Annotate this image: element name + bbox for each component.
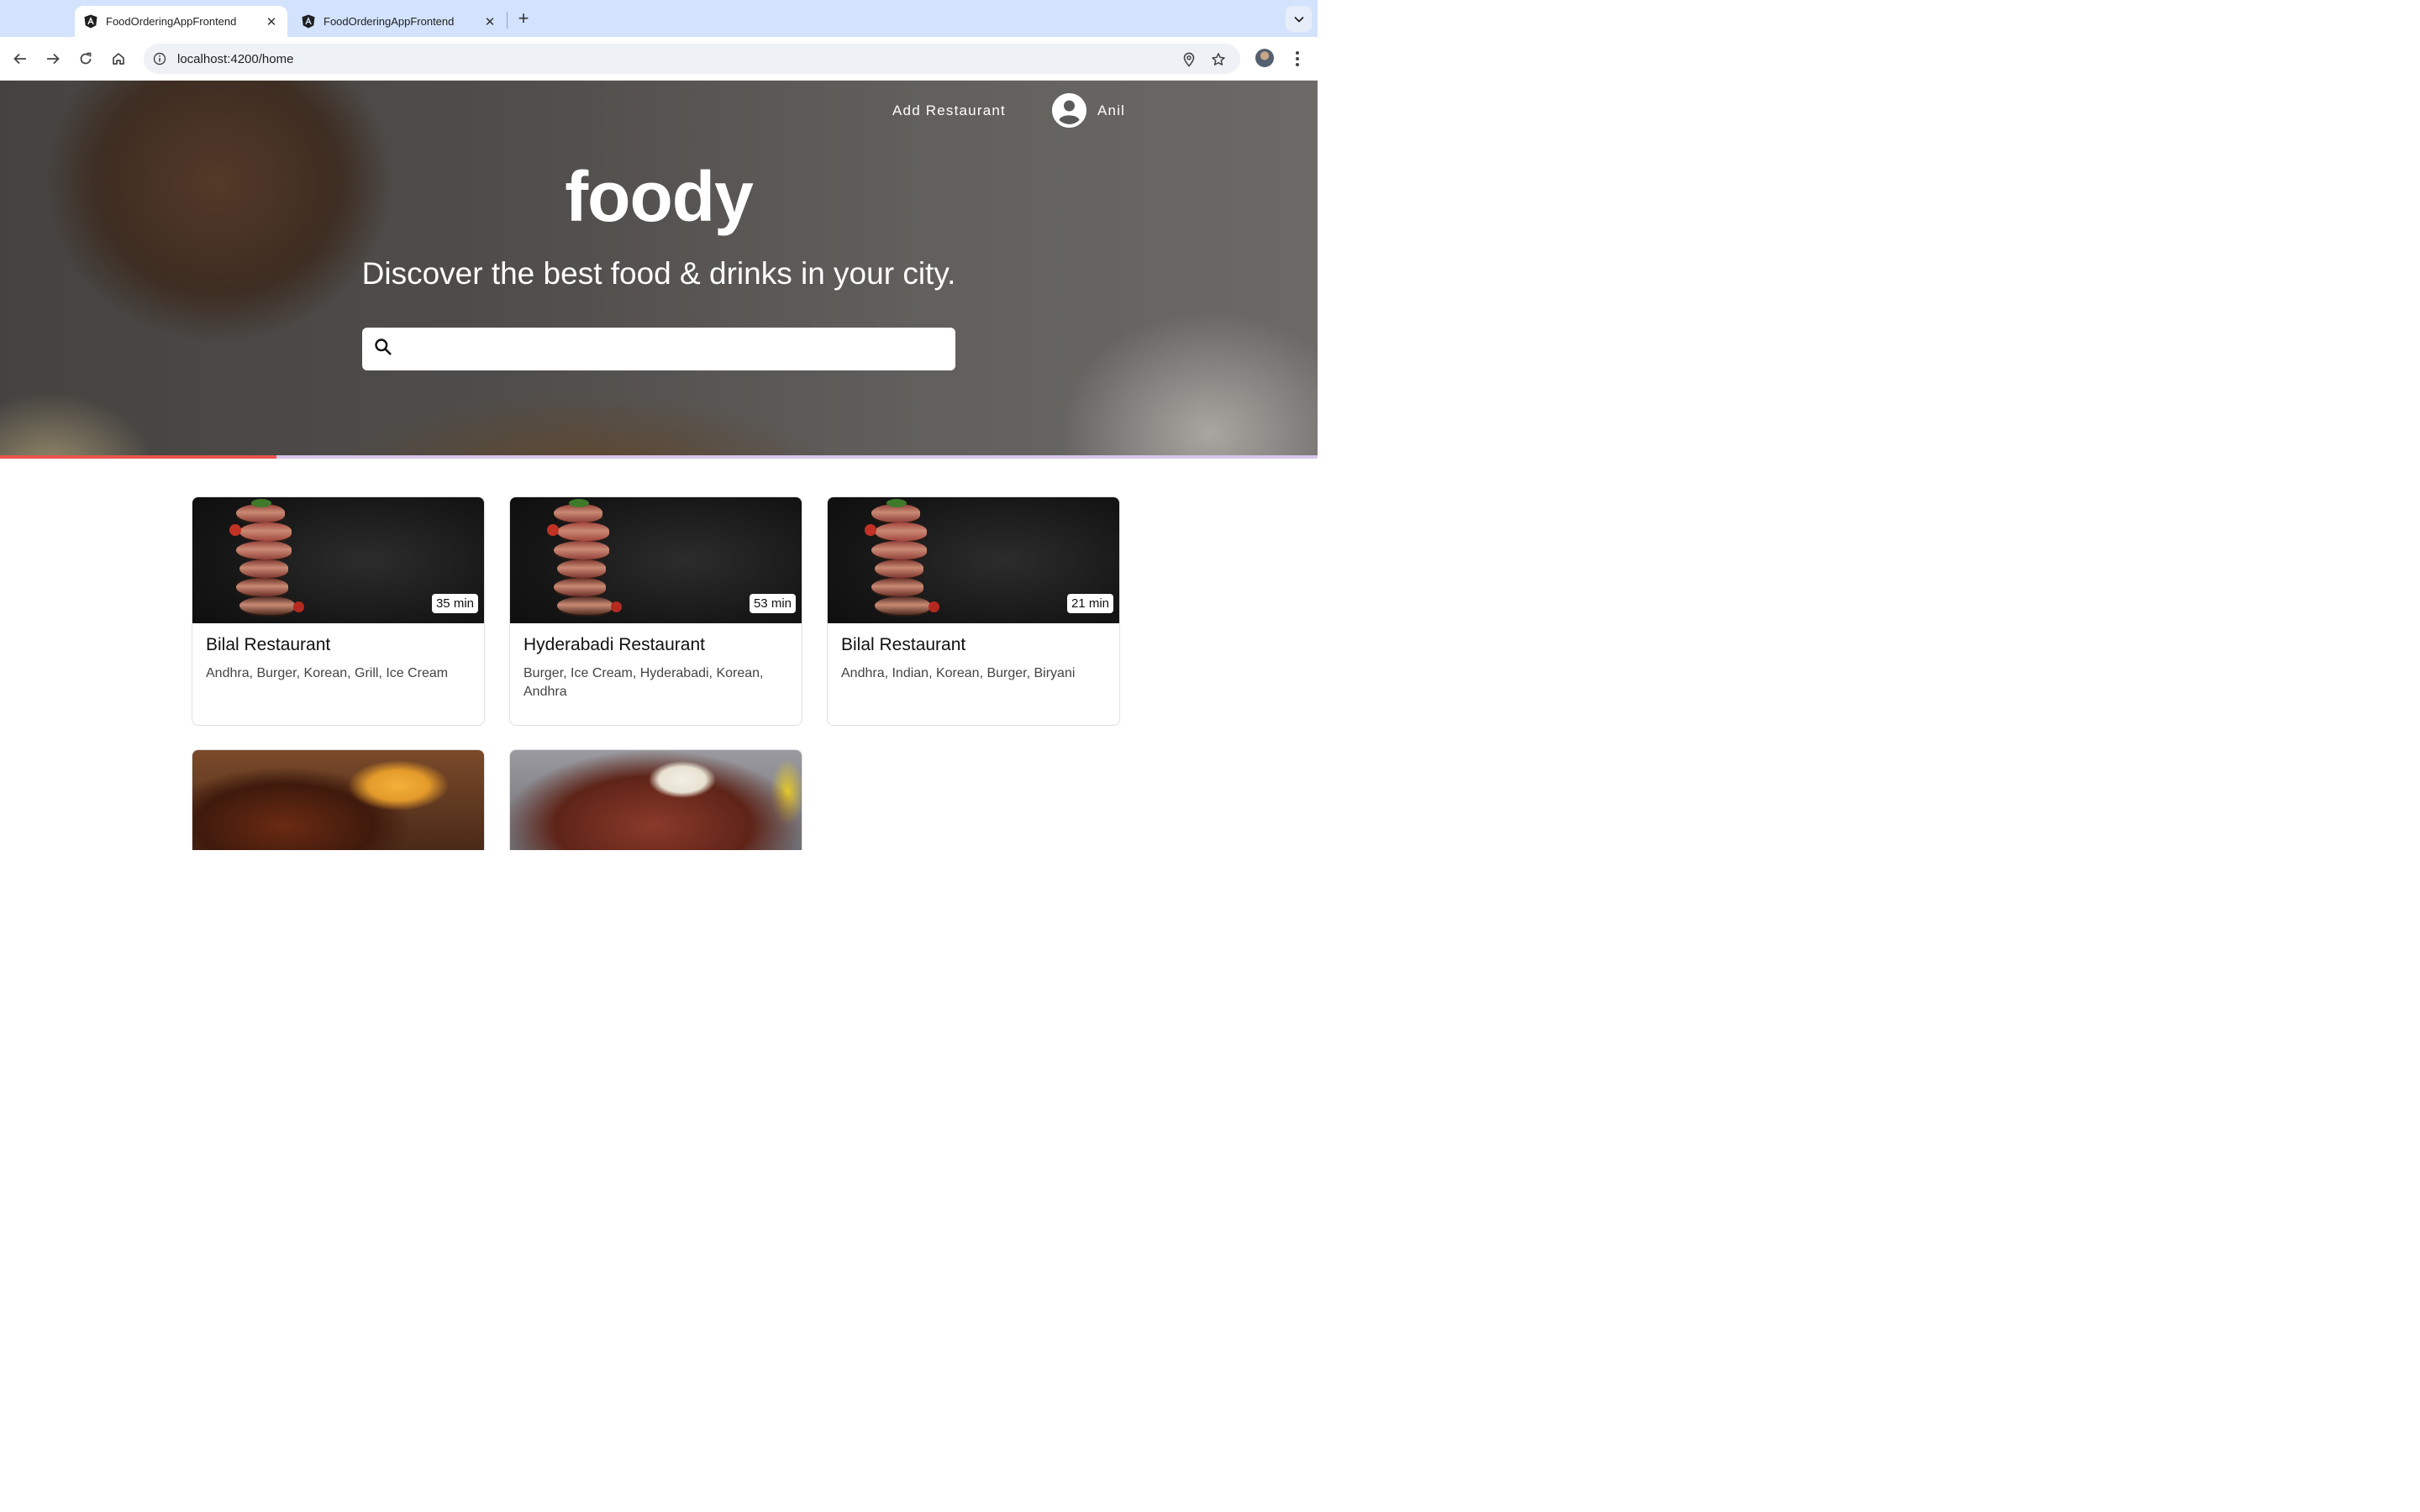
restaurant-image: 21 min — [828, 497, 1119, 623]
new-tab-icon[interactable]: + — [513, 8, 534, 29]
angular-favicon-icon — [301, 14, 316, 29]
restaurant-image: 53 min — [510, 497, 802, 623]
browser-tabstrip: FoodOrderingAppFrontend ✕ FoodOrderingAp… — [0, 0, 1318, 37]
delivery-time-badge: 21 min — [1066, 594, 1113, 613]
browser-profile-avatar[interactable] — [1255, 49, 1274, 67]
user-name-link[interactable]: Anil — [1097, 102, 1125, 119]
address-bar[interactable]: localhost:4200/home — [144, 44, 1240, 74]
restaurant-image — [510, 750, 802, 850]
restaurant-image: 35 min — [192, 497, 484, 623]
loading-progress-bar — [0, 455, 1318, 459]
restaurant-name: Bilal Restaurant — [206, 635, 331, 654]
browser-tab-active[interactable]: FoodOrderingAppFrontend ✕ — [75, 6, 287, 37]
restaurant-cuisines: Andhra, Indian, Korean, Burger, Biryani — [841, 666, 1076, 680]
location-pin-icon[interactable] — [1181, 51, 1197, 68]
browser-toolbar: localhost:4200/home — [0, 37, 1318, 81]
tab-separator — [507, 12, 508, 29]
restaurant-card[interactable]: 53 min Hyderabadi Restaurant Burger, Ice… — [509, 496, 802, 726]
restaurant-card[interactable] — [192, 749, 485, 850]
restaurant-cuisines: Burger, Ice Cream, Hyderabadi, Korean, A… — [523, 666, 764, 699]
restaurant-card[interactable] — [509, 749, 802, 850]
restaurant-card[interactable]: 21 min Bilal Restaurant Andhra, Indian, … — [827, 496, 1120, 726]
user-avatar-icon[interactable] — [1052, 93, 1086, 128]
tab-close-icon[interactable]: ✕ — [264, 14, 279, 29]
search-input[interactable] — [401, 328, 955, 370]
tab-search-chevron-icon[interactable] — [1286, 6, 1312, 32]
angular-favicon-icon — [83, 14, 98, 29]
restaurant-image — [192, 750, 484, 850]
tab-title: FoodOrderingAppFrontend — [324, 15, 455, 28]
home-icon[interactable] — [107, 47, 130, 71]
browser-menu-icon[interactable] — [1290, 49, 1305, 69]
url-text: localhost:4200/home — [177, 51, 294, 66]
hero-tagline: Discover the best food & drinks in your … — [361, 256, 956, 291]
progress-fill — [0, 455, 277, 459]
site-info-icon[interactable] — [152, 51, 167, 66]
browser-tab-inactive[interactable]: FoodOrderingAppFrontend ✕ — [292, 6, 506, 37]
restaurant-name: Hyderabadi Restaurant — [523, 635, 705, 654]
reload-icon[interactable] — [74, 47, 97, 71]
tab-close-icon[interactable]: ✕ — [482, 14, 497, 29]
tab-title: FoodOrderingAppFrontend — [106, 15, 237, 28]
brand-logo-text: foody — [565, 157, 754, 236]
restaurant-name: Bilal Restaurant — [841, 635, 966, 654]
hero-banner: Add Restaurant Anil foody Discover the b… — [0, 81, 1318, 455]
restaurant-search-box[interactable] — [362, 328, 955, 370]
forward-icon[interactable] — [41, 47, 65, 71]
back-icon[interactable] — [8, 47, 32, 71]
restaurant-cuisines: Andhra, Burger, Korean, Grill, Ice Cream — [206, 666, 449, 680]
add-restaurant-link[interactable]: Add Restaurant — [892, 102, 1006, 119]
delivery-time-badge: 53 min — [749, 594, 796, 613]
search-icon — [374, 338, 392, 360]
restaurant-card[interactable]: 35 min Bilal Restaurant Andhra, Burger, … — [192, 496, 485, 726]
bookmark-star-icon[interactable] — [1210, 51, 1227, 68]
delivery-time-badge: 35 min — [431, 594, 478, 613]
